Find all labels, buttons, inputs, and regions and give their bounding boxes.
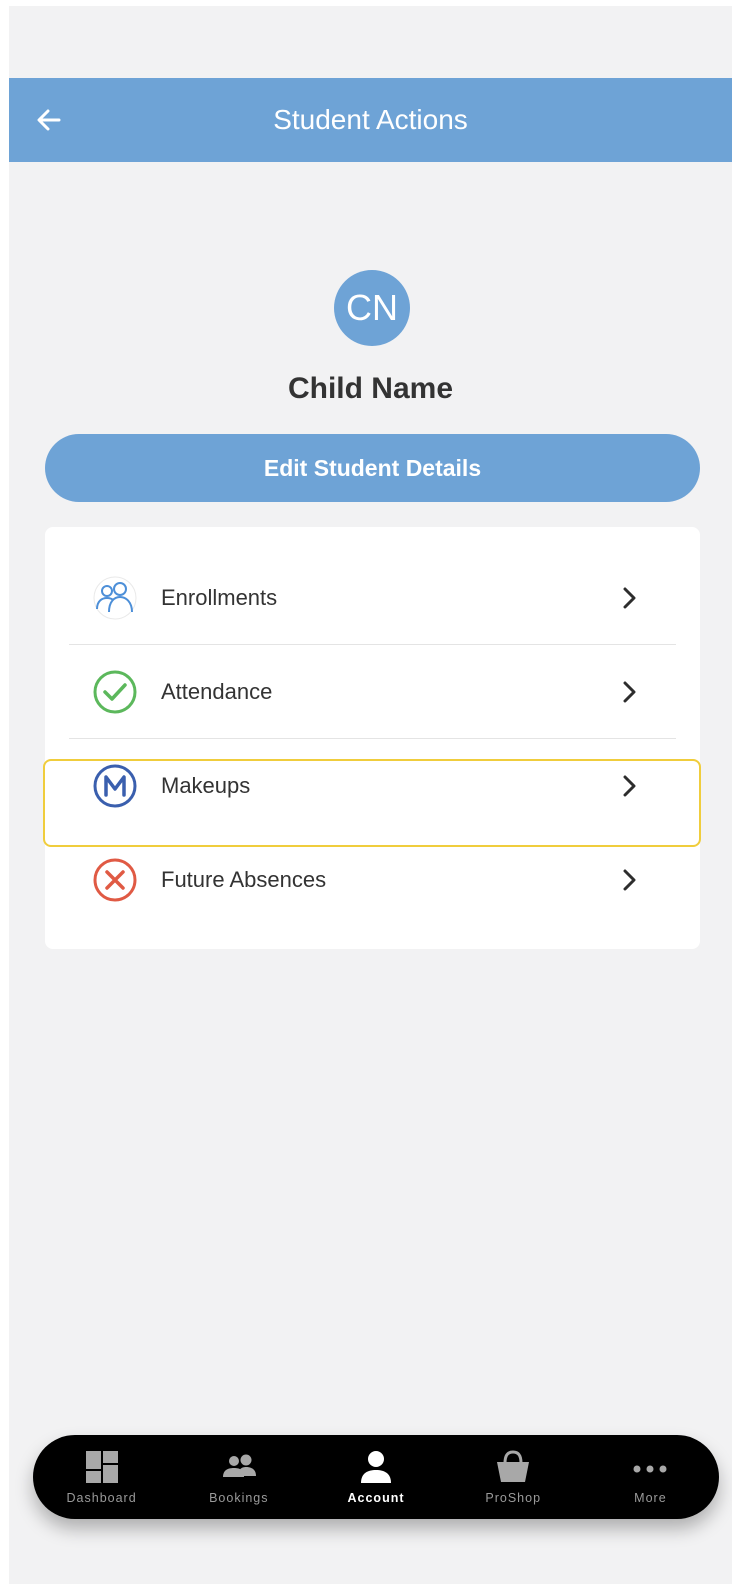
nav-item-account[interactable]: Account [307,1435,444,1519]
action-row-enrollments[interactable]: Enrollments [69,551,676,645]
people-icon [222,1454,256,1477]
nav-item-bookings[interactable]: Bookings [170,1435,307,1519]
chevron-right-icon [623,681,636,703]
nav-item-more[interactable]: More [582,1435,719,1519]
screen: Student Actions CN Child Name Edit Stude… [9,6,732,1584]
check-circle-icon [93,670,137,714]
shopping-basket-icon [497,1450,530,1482]
app-header: Student Actions [9,78,732,162]
avatar: CN [334,270,410,346]
nav-label: Dashboard [66,1491,137,1505]
action-label: Attendance [161,679,273,704]
chevron-right-icon [623,869,636,891]
more-dots-icon [633,1465,667,1473]
action-label: Enrollments [161,585,278,610]
dashboard-icon [85,1451,118,1483]
nav-item-proshop[interactable]: ProShop [445,1435,582,1519]
nav-label: ProShop [485,1491,542,1505]
people-icon [93,576,137,620]
page-title: Student Actions [273,104,468,135]
chevron-right-icon [623,587,636,609]
student-name: Child Name [287,372,454,405]
action-label: Makeups [161,773,251,798]
nav-label: Account [347,1491,405,1505]
chevron-right-icon [623,775,636,797]
edit-student-details-button[interactable]: Edit Student Details [45,434,700,502]
action-row-makeups[interactable]: Makeups [69,739,676,833]
x-circle-icon [93,858,137,902]
actions-card: Enrollments Attendance Makeups Future Ab… [45,527,700,949]
makeup-m-icon [93,764,137,808]
action-row-future-absences[interactable]: Future Absences [69,833,676,927]
bottom-nav: Dashboard Bookings Account ProShop More [33,1435,719,1519]
nav-label: More [634,1491,667,1505]
person-icon [361,1451,391,1483]
nav-label: Bookings [209,1491,269,1505]
nav-item-dashboard[interactable]: Dashboard [33,1435,170,1519]
action-label: Future Absences [161,867,327,892]
action-row-attendance[interactable]: Attendance [69,645,676,739]
